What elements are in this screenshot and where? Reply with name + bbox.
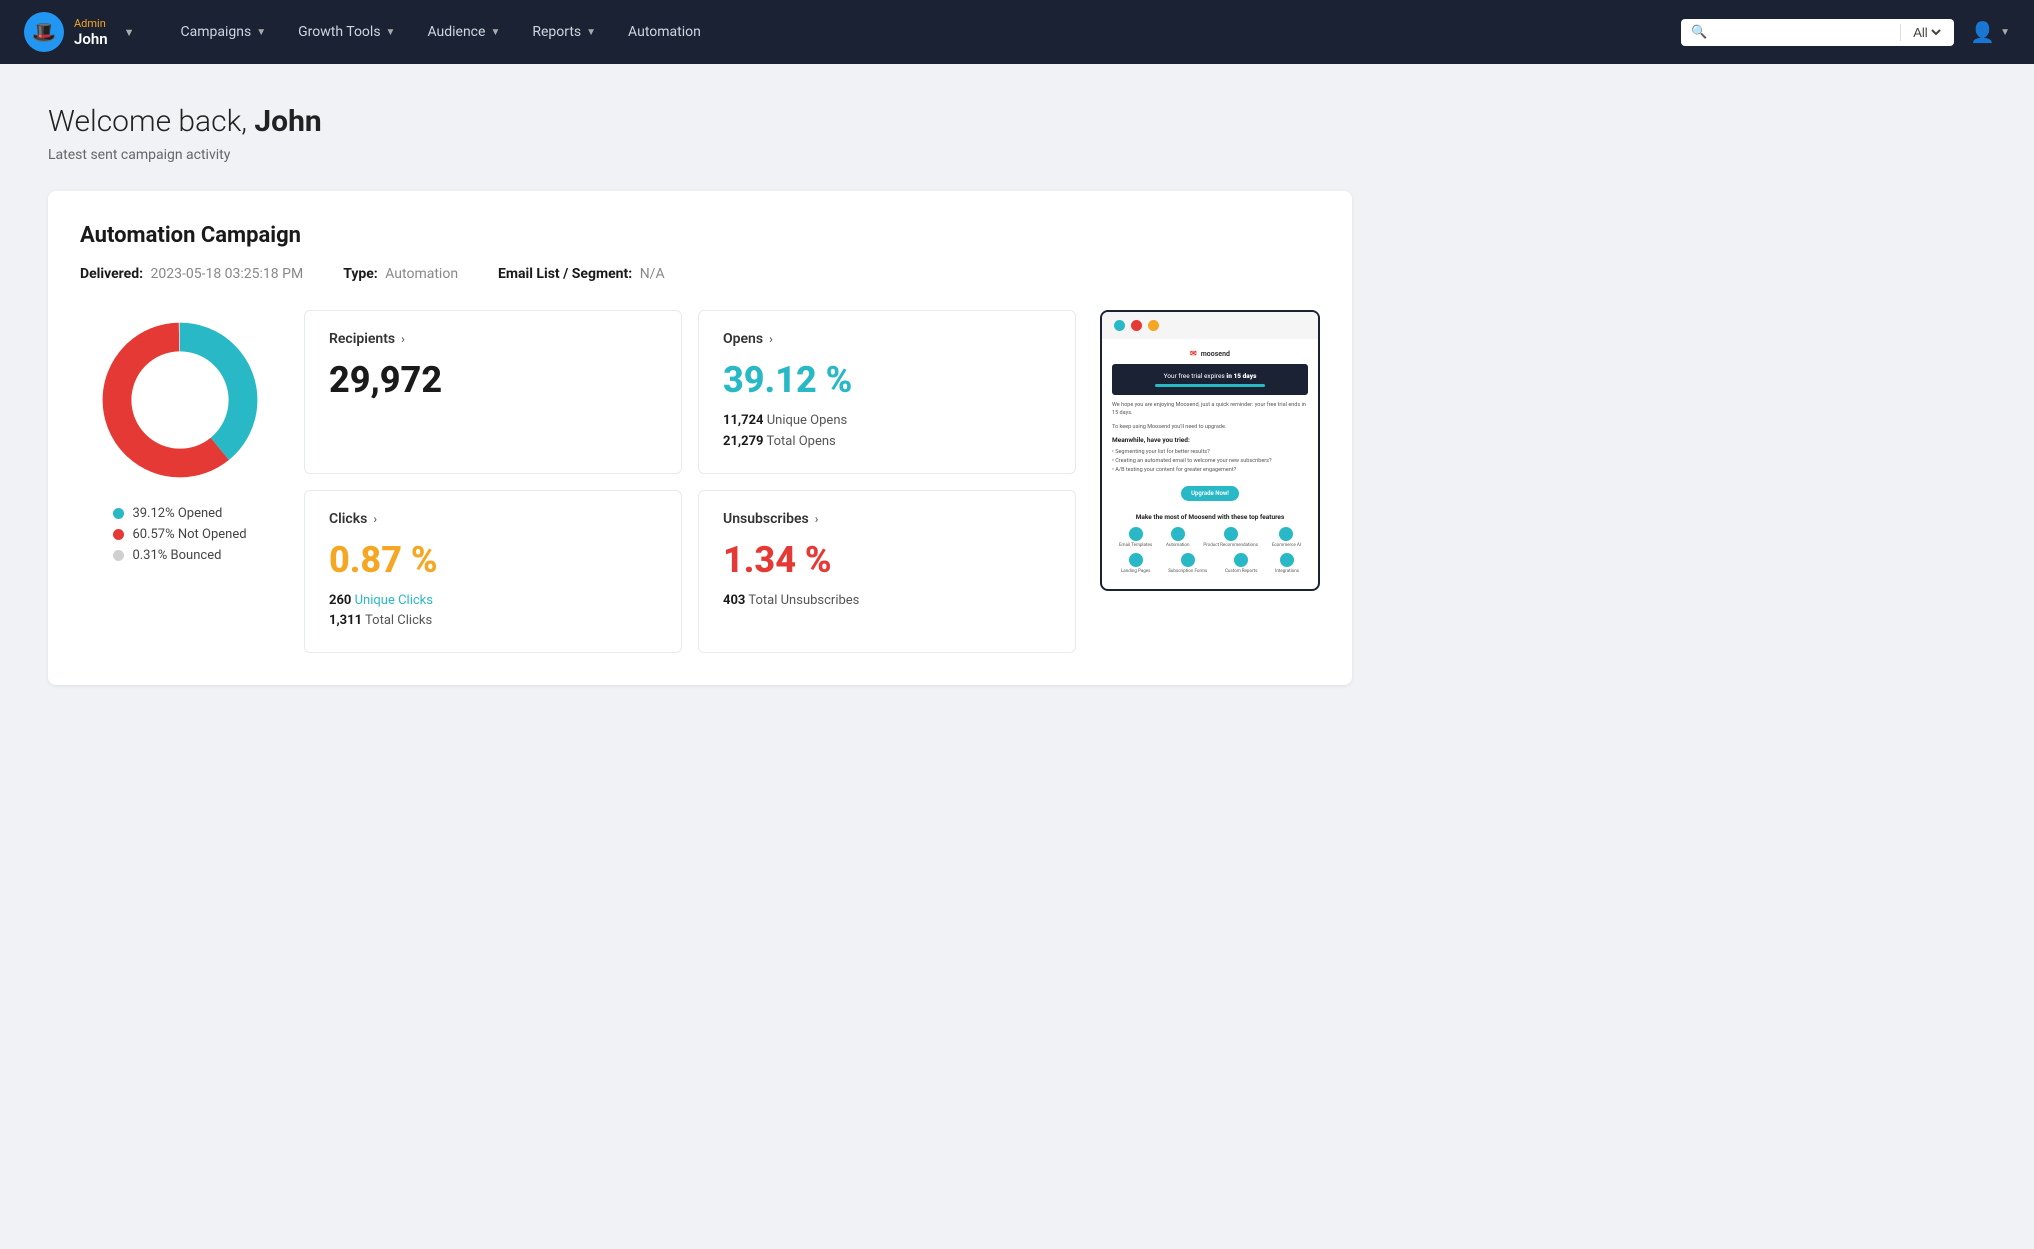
admin-label: Admin xyxy=(74,17,108,30)
stat-clicks: Clicks › 0.87 % 260 Unique Clicks 1,311 … xyxy=(304,490,682,654)
email-preview-icons-row-1: Email Templates Automation Product Recom… xyxy=(1112,527,1308,548)
clicks-value: 0.87 % xyxy=(329,539,657,581)
nav-item-reports[interactable]: Reports ▼ xyxy=(518,16,610,48)
stats-grid: Recipients › 29,972 Opens › 39.12 % 11,7… xyxy=(304,310,1076,653)
search-filter-select[interactable]: All xyxy=(1900,24,1944,41)
email-preview-body: ✉ moosend Your free trial expires in 15 … xyxy=(1102,339,1318,589)
email-preview-text2: To keep using Moosend you'll need to upg… xyxy=(1112,423,1308,431)
ep-icon-automation: Automation xyxy=(1166,527,1189,548)
search-bar[interactable]: 🔍 All xyxy=(1681,19,1954,46)
nav-item-growth-tools[interactable]: Growth Tools ▼ xyxy=(284,16,409,48)
donut-chart xyxy=(90,310,270,490)
campaign-body: 39.12% Opened 60.57% Not Opened 0.31% Bo… xyxy=(80,310,1320,653)
ep-icon-integrations: Integrations xyxy=(1275,553,1299,574)
legend-dot-not-opened xyxy=(113,529,124,540)
clicks-sub: 260 Unique Clicks 1,311 Total Clicks xyxy=(329,591,657,633)
titlebar-dot-yellow xyxy=(1148,320,1159,331)
campaign-meta: Delivered: 2023-05-18 03:25:18 PM Type: … xyxy=(80,266,1320,282)
donut-chart-wrapper: 39.12% Opened 60.57% Not Opened 0.31% Bo… xyxy=(80,310,280,563)
opens-value: 39.12 % xyxy=(723,359,1051,401)
recipients-value: 29,972 xyxy=(329,359,657,401)
titlebar-dot-teal xyxy=(1114,320,1125,331)
clicks-header[interactable]: Clicks › xyxy=(329,511,657,527)
type-meta: Type: Automation xyxy=(343,266,458,282)
ep-icon-custom-reports: Custom Reports xyxy=(1225,553,1257,574)
opens-header[interactable]: Opens › xyxy=(723,331,1051,347)
legend-dot-opened xyxy=(113,508,124,519)
nav-username: John xyxy=(74,30,108,48)
audience-arrow: ▼ xyxy=(490,27,500,38)
growth-tools-arrow: ▼ xyxy=(386,27,396,38)
legend-not-opened: 60.57% Not Opened xyxy=(113,527,246,542)
email-cta-button: Upgrade Now! xyxy=(1181,486,1239,501)
ep-icon-ecommerce-ai: Ecommerce AI xyxy=(1272,527,1301,548)
email-preview-icons-row-2: Landing Pages Subscription Forms Custom … xyxy=(1112,553,1308,574)
ep-icon-email-templates: Email Templates xyxy=(1119,527,1152,548)
user-dropdown-arrow[interactable]: ▼ xyxy=(124,26,135,39)
nav-item-automation[interactable]: Automation xyxy=(614,16,715,48)
campaign-card: Automation Campaign Delivered: 2023-05-1… xyxy=(48,191,1352,685)
user-icon: 👤 xyxy=(1970,20,1995,44)
titlebar-dot-red xyxy=(1131,320,1142,331)
recipients-header[interactable]: Recipients › xyxy=(329,331,657,347)
main-content: Welcome back, John Latest sent campaign … xyxy=(0,64,1400,725)
email-preview-list: • Segmenting your list for better result… xyxy=(1112,448,1308,476)
unsubscribes-header[interactable]: Unsubscribes › xyxy=(723,511,1051,527)
email-preview-text1: We hope you are enjoying Moosend, just a… xyxy=(1112,401,1308,418)
email-preview: ✉ moosend Your free trial expires in 15 … xyxy=(1100,310,1320,591)
unsubscribes-value: 1.34 % xyxy=(723,539,1051,581)
stat-recipients: Recipients › 29,972 xyxy=(304,310,682,474)
welcome-subtitle: Latest sent campaign activity xyxy=(48,147,1352,163)
nav-item-audience[interactable]: Audience ▼ xyxy=(413,16,514,48)
segment-meta: Email List / Segment: N/A xyxy=(498,266,665,282)
nav-item-campaigns[interactable]: Campaigns ▼ xyxy=(167,16,281,48)
nav-logo[interactable]: 🎩 Admin John ▼ xyxy=(24,12,135,52)
stat-unsubscribes: Unsubscribes › 1.34 % 403 Total Unsubscr… xyxy=(698,490,1076,654)
email-preview-progress xyxy=(1155,384,1265,387)
email-preview-titlebar xyxy=(1102,312,1318,339)
legend-dot-bounced xyxy=(113,550,124,561)
ep-icon-subscription-forms: Subscription Forms xyxy=(1168,553,1207,574)
ep-icon-product-recommendations: Product Recommendations xyxy=(1203,527,1258,548)
email-preview-footer-heading: Make the most of Moosend with these top … xyxy=(1112,513,1308,521)
nav-user-info: Admin John xyxy=(74,17,108,48)
email-preview-heading: Meanwhile, have you tried: xyxy=(1112,436,1308,444)
search-icon: 🔍 xyxy=(1691,25,1707,40)
legend-opened: 39.12% Opened xyxy=(113,506,246,521)
user-account-arrow: ▼ xyxy=(2000,27,2010,38)
opens-sub: 11,724 Unique Opens 21,279 Total Opens xyxy=(723,411,1051,453)
campaign-title: Automation Campaign xyxy=(80,223,1320,248)
recipients-arrow: › xyxy=(401,332,405,346)
legend-bounced: 0.31% Bounced xyxy=(113,548,246,563)
nav-items: Campaigns ▼ Growth Tools ▼ Audience ▼ Re… xyxy=(167,16,1682,48)
logo-icon: 🎩 xyxy=(24,12,64,52)
email-brand-logo: ✉ moosend xyxy=(1112,349,1308,358)
welcome-title: Welcome back, John xyxy=(48,104,1352,139)
email-preview-banner: Your free trial expires in 15 days xyxy=(1112,364,1308,395)
clicks-arrow: › xyxy=(373,512,377,526)
stat-opens: Opens › 39.12 % 11,724 Unique Opens 21,2… xyxy=(698,310,1076,474)
delivered-meta: Delivered: 2023-05-18 03:25:18 PM xyxy=(80,266,303,282)
ep-icon-landing-pages: Landing Pages xyxy=(1121,553,1151,574)
unique-clicks-link[interactable]: Unique Clicks xyxy=(355,593,433,608)
user-account-button[interactable]: 👤 ▼ xyxy=(1970,20,2010,44)
navbar: 🎩 Admin John ▼ Campaigns ▼ Growth Tools … xyxy=(0,0,2034,64)
unsubscribes-arrow: › xyxy=(815,512,819,526)
reports-arrow: ▼ xyxy=(586,27,596,38)
search-input[interactable] xyxy=(1713,24,1894,40)
campaigns-arrow: ▼ xyxy=(256,27,266,38)
donut-legend: 39.12% Opened 60.57% Not Opened 0.31% Bo… xyxy=(113,506,246,563)
unsubscribes-sub: 403 Total Unsubscribes xyxy=(723,591,1051,612)
opens-arrow: › xyxy=(769,332,773,346)
